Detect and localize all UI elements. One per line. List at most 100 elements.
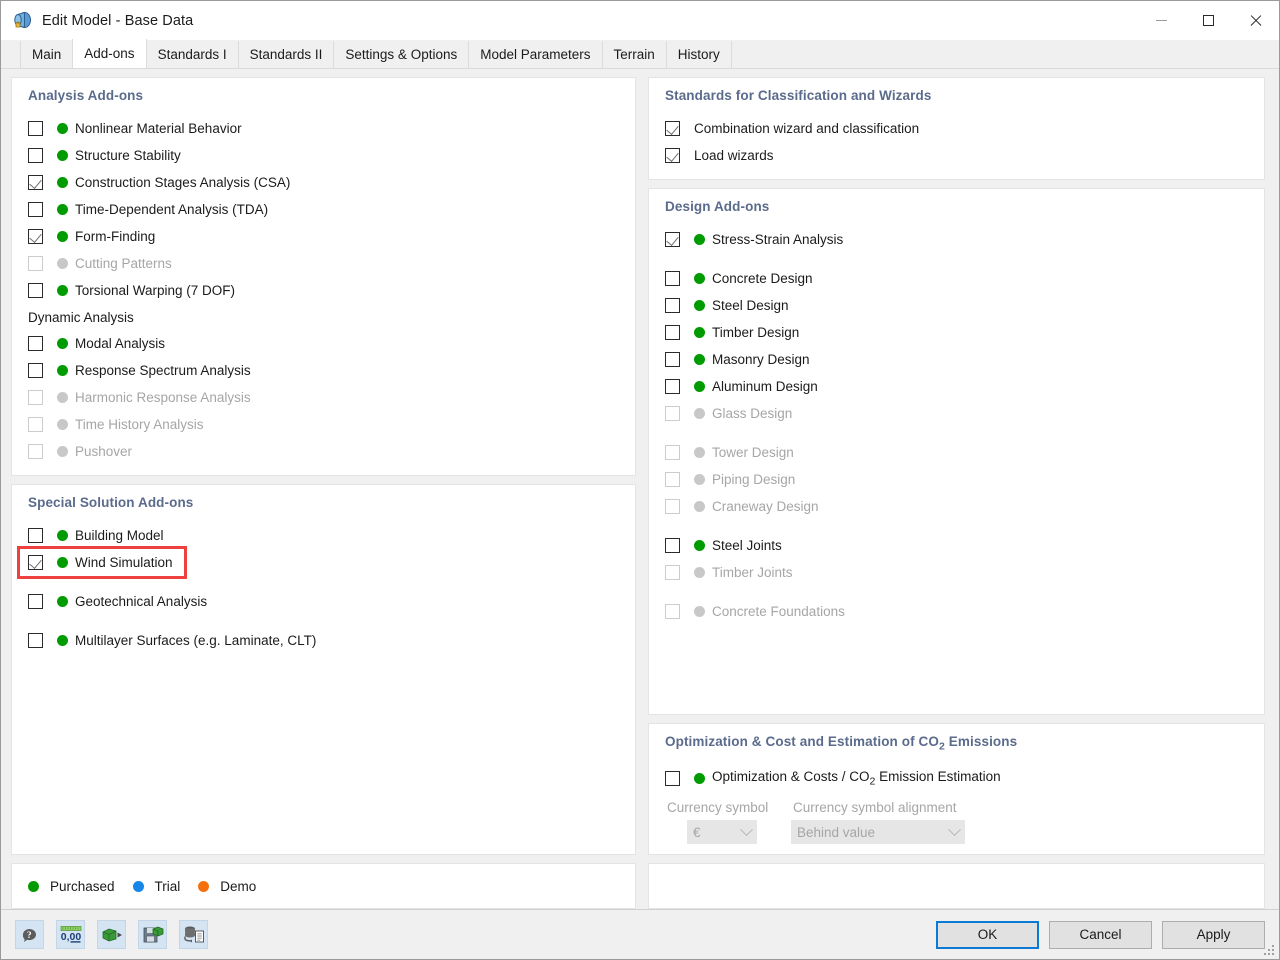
resize-grip[interactable] — [1263, 944, 1276, 957]
tab-model-parameters[interactable]: Model Parameters — [468, 41, 602, 68]
checkbox-masonry-design[interactable] — [665, 352, 680, 367]
checkbox-stress-strain-analysis[interactable] — [665, 232, 680, 247]
status-dot-unavailable — [694, 408, 705, 419]
status-dot-unavailable — [57, 446, 68, 457]
status-dot-purchased — [694, 327, 705, 338]
database-icon[interactable] — [179, 920, 208, 949]
checkbox-row-structure-stability[interactable]: Structure Stability — [28, 142, 619, 169]
checkbox-row-combination-wizard[interactable]: Combination wizard and classification — [665, 115, 1248, 142]
checkbox-row-construction-stages-analysis[interactable]: Construction Stages Analysis (CSA) — [28, 169, 619, 196]
save-defaults-icon[interactable] — [138, 920, 167, 949]
checkbox-structure-stability[interactable] — [28, 148, 43, 163]
optimization-cost-co2-panel: Optimization & Cost and Estimation of CO… — [648, 723, 1265, 855]
label-multilayer-surfaces: Multilayer Surfaces (e.g. Laminate, CLT) — [75, 633, 316, 648]
checkbox-response-spectrum-analysis[interactable] — [28, 363, 43, 378]
legend-item-trial: Trial — [133, 879, 181, 894]
label-timber-joints: Timber Joints — [712, 565, 793, 580]
label-concrete-foundations: Concrete Foundations — [712, 604, 845, 619]
tab-terrain[interactable]: Terrain — [602, 41, 667, 68]
checkbox-row-steel-design[interactable]: Steel Design — [665, 292, 1248, 319]
status-dot-unavailable — [694, 447, 705, 458]
checkbox-optimization-costs-co2[interactable] — [665, 771, 680, 786]
checkbox-row-time-dependent-analysis[interactable]: Time-Dependent Analysis (TDA) — [28, 196, 619, 223]
checkbox-form-finding[interactable] — [28, 229, 43, 244]
checkbox-row-geotechnical-analysis[interactable]: Geotechnical Analysis — [28, 588, 619, 615]
checkbox-construction-stages-analysis[interactable] — [28, 175, 43, 190]
checkbox-wind-simulation[interactable] — [28, 555, 43, 570]
status-dot-purchased — [57, 596, 68, 607]
optimization-cost-co2-title: Optimization & Cost and Estimation of CO… — [665, 734, 1248, 753]
close-button[interactable] — [1232, 1, 1279, 40]
tab-standards-ii[interactable]: Standards II — [238, 41, 335, 68]
checkbox-row-pushover: Pushover — [28, 438, 619, 465]
checkbox-geotechnical-analysis[interactable] — [28, 594, 43, 609]
checkbox-row-wind-simulation[interactable]: Wind Simulation — [20, 549, 184, 576]
checkbox-row-concrete-foundations: Concrete Foundations — [665, 598, 1248, 625]
checkbox-row-response-spectrum-analysis[interactable]: Response Spectrum Analysis — [28, 357, 619, 384]
label-optimization-costs-co2: Optimization & Costs / CO2 Emission Esti… — [712, 769, 1001, 788]
checkbox-steel-joints[interactable] — [665, 538, 680, 553]
checkbox-row-cutting-patterns: Cutting Patterns — [28, 250, 619, 277]
checkbox-concrete-design[interactable] — [665, 271, 680, 286]
label-tower-design: Tower Design — [712, 445, 794, 460]
checkbox-row-form-finding[interactable]: Form-Finding — [28, 223, 619, 250]
legend-item-purchased: Purchased — [28, 879, 115, 894]
dynamic-analysis-subtitle: Dynamic Analysis — [28, 310, 619, 325]
checkbox-nonlinear-material-behavior[interactable] — [28, 121, 43, 136]
status-dot-purchased — [57, 177, 68, 188]
help-icon[interactable]: ? — [15, 920, 44, 949]
decimal-places-icon[interactable]: 0,00 — [56, 920, 85, 949]
currency-symbol-field: Currency symbol € — [665, 800, 791, 844]
legend-label-demo: Demo — [220, 879, 256, 894]
minimize-button[interactable] — [1138, 1, 1185, 40]
label-nonlinear-material-behavior: Nonlinear Material Behavior — [75, 121, 242, 136]
checkbox-combination-wizard[interactable] — [665, 121, 680, 136]
checkbox-row-aluminum-design[interactable]: Aluminum Design — [665, 373, 1248, 400]
checkbox-building-model[interactable] — [28, 528, 43, 543]
checkbox-row-timber-design[interactable]: Timber Design — [665, 319, 1248, 346]
label-stress-strain-analysis: Stress-Strain Analysis — [712, 232, 843, 247]
checkbox-row-stress-strain-analysis[interactable]: Stress-Strain Analysis — [665, 226, 1248, 253]
maximize-button[interactable] — [1185, 1, 1232, 40]
apply-button[interactable]: Apply — [1162, 921, 1265, 949]
left-column: Analysis Add-ons Nonlinear Material Beha… — [11, 77, 636, 909]
units-icon[interactable] — [97, 920, 126, 949]
checkbox-modal-analysis[interactable] — [28, 336, 43, 351]
checkbox-row-modal-analysis[interactable]: Modal Analysis — [28, 330, 619, 357]
currency-alignment-select[interactable]: Behind value — [791, 820, 965, 844]
checkbox-row-steel-joints[interactable]: Steel Joints — [665, 532, 1248, 559]
checkbox-time-dependent-analysis[interactable] — [28, 202, 43, 217]
checkbox-row-building-model[interactable]: Building Model — [28, 522, 619, 549]
checkbox-aluminum-design[interactable] — [665, 379, 680, 394]
checkbox-load-wizards[interactable] — [665, 148, 680, 163]
checkbox-row-masonry-design[interactable]: Masonry Design — [665, 346, 1248, 373]
checkbox-row-torsional-warping[interactable]: Torsional Warping (7 DOF) — [28, 277, 619, 304]
checkbox-timber-design[interactable] — [665, 325, 680, 340]
label-steel-design: Steel Design — [712, 298, 789, 313]
checkbox-row-concrete-design[interactable]: Concrete Design — [665, 265, 1248, 292]
status-dot-purchased — [694, 381, 705, 392]
ok-button[interactable]: OK — [936, 921, 1039, 949]
tab-standards-i[interactable]: Standards I — [146, 41, 239, 68]
tab-history[interactable]: History — [666, 41, 732, 68]
tab-main[interactable]: Main — [20, 41, 73, 68]
tab-settings-options[interactable]: Settings & Options — [333, 41, 469, 68]
optimization-title-part-1: Optimization & Cost and Estimation of CO — [665, 734, 939, 749]
status-dot-purchased — [694, 300, 705, 311]
tab-add-ons[interactable]: Add-ons — [72, 39, 146, 68]
design-add-ons-panel: Design Add-ons Stress-Strain Analysis Co… — [648, 188, 1265, 715]
status-dot-purchased — [57, 338, 68, 349]
checkbox-row-optimization-costs-co2[interactable]: Optimization & Costs / CO2 Emission Esti… — [665, 765, 1248, 792]
cancel-button[interactable]: Cancel — [1049, 921, 1152, 949]
currency-symbol-select[interactable]: € — [687, 820, 757, 844]
checkbox-row-nonlinear-material-behavior[interactable]: Nonlinear Material Behavior — [28, 115, 619, 142]
label-modal-analysis: Modal Analysis — [75, 336, 165, 351]
checkbox-row-timber-joints: Timber Joints — [665, 559, 1248, 586]
checkbox-steel-design[interactable] — [665, 298, 680, 313]
legend-label-trial: Trial — [155, 879, 181, 894]
checkbox-row-glass-design: Glass Design — [665, 400, 1248, 427]
checkbox-torsional-warping[interactable] — [28, 283, 43, 298]
checkbox-row-multilayer-surfaces[interactable]: Multilayer Surfaces (e.g. Laminate, CLT) — [28, 627, 619, 654]
checkbox-multilayer-surfaces[interactable] — [28, 633, 43, 648]
checkbox-row-load-wizards[interactable]: Load wizards — [665, 142, 1248, 169]
